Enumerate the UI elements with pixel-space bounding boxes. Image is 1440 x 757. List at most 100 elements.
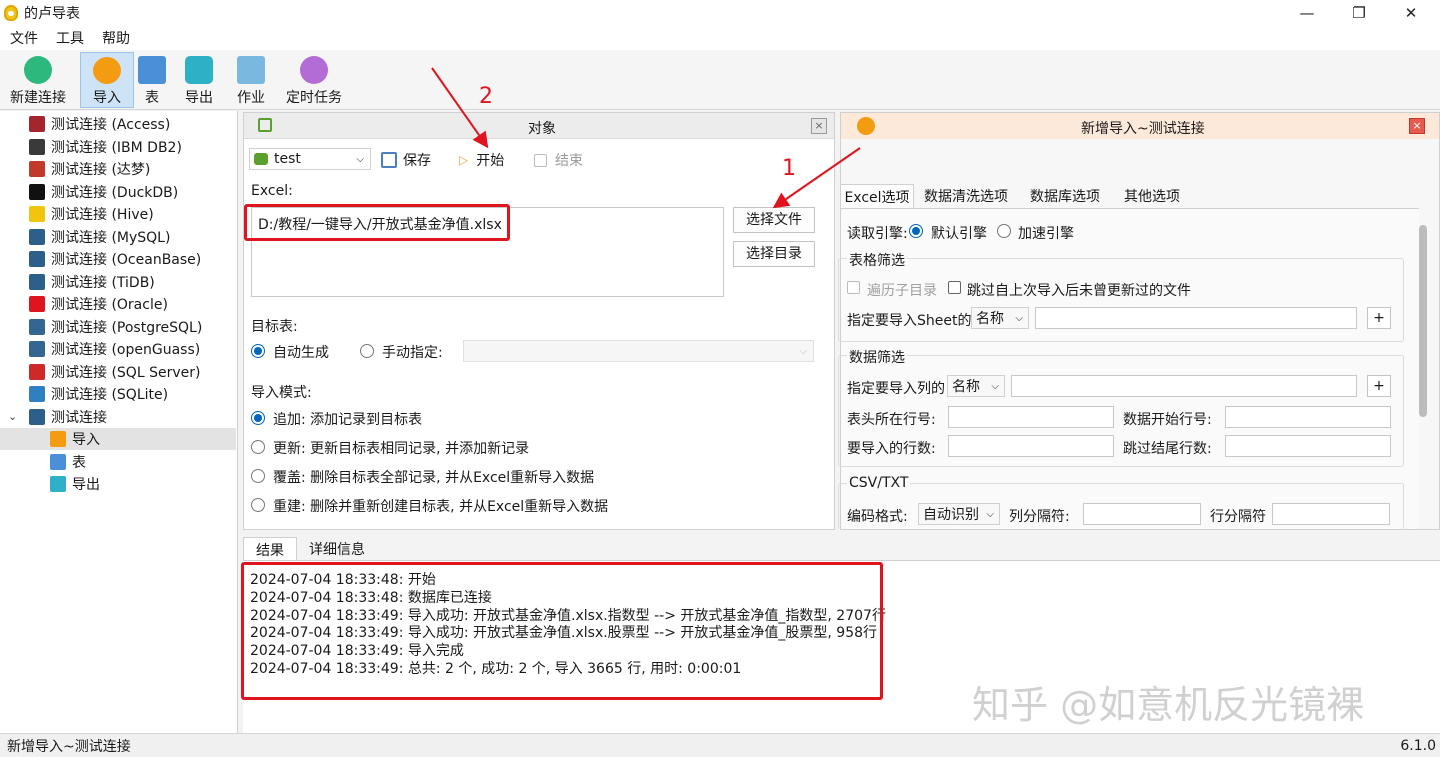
tree-child-label: 导出	[72, 477, 100, 493]
database-icon	[29, 341, 45, 357]
tree-connection-item[interactable]: 测试连接 (MySQL)	[0, 226, 236, 248]
add-sheet-button[interactable]: +	[1367, 307, 1391, 329]
import-options-panel: 新增导入~测试连接 × Excel选项 数据清洗选项 数据库选项 其他选项 读取…	[838, 112, 1440, 530]
object-panel-close-button[interactable]: ×	[811, 118, 827, 134]
start-button[interactable]: ▷ 开始	[459, 150, 504, 170]
tree-connection-item[interactable]: 测试连接 (Hive)	[0, 203, 236, 225]
data-filter-title: 数据筛选	[847, 347, 907, 367]
skip-tail-rows-label: 跳过结尾行数:	[1123, 441, 1212, 457]
job-button[interactable]: 作业	[232, 52, 270, 108]
tree-connection-item[interactable]: 测试连接 (IBM DB2)	[0, 136, 236, 158]
database-icon	[29, 206, 45, 222]
table-button[interactable]: 表	[136, 52, 168, 108]
tree-connection-item[interactable]: 测试连接 (TiDB)	[0, 271, 236, 293]
tree-connection-item[interactable]: 测试连接 (SQL Server)	[0, 361, 236, 383]
table-icon	[138, 56, 166, 84]
tree-connection-item[interactable]: 测试连接 (Access)	[0, 113, 236, 135]
close-window-button[interactable]: ✕	[1386, 0, 1436, 26]
rows-count-input[interactable]	[948, 435, 1114, 457]
default-engine-radio[interactable]	[909, 224, 923, 238]
column-separator-input[interactable]	[1083, 503, 1201, 525]
play-icon: ▷	[459, 153, 469, 167]
end-button[interactable]: 结束	[534, 150, 583, 170]
tree-child-item[interactable]: 表	[0, 451, 236, 473]
tab-excel-options[interactable]: Excel选项	[840, 184, 914, 208]
column-mode-select[interactable]: 名称 ⌵	[947, 375, 1005, 397]
tree-connection-label: 测试连接 (MySQL)	[51, 229, 171, 246]
tree-child-item[interactable]: 导出	[0, 473, 236, 495]
database-icon	[29, 161, 45, 177]
column-mode-value: 名称	[952, 379, 980, 395]
sheet-mode-select[interactable]: 名称 ⌵	[971, 307, 1029, 329]
link-icon	[24, 56, 52, 84]
new-connection-button[interactable]: 新建连接	[6, 52, 70, 108]
tab-other-options[interactable]: 其他选项	[1117, 184, 1187, 208]
save-icon	[381, 152, 397, 168]
menu-file[interactable]: 文件	[10, 28, 38, 48]
menu-help[interactable]: 帮助	[102, 28, 130, 48]
title-bar: 的卢导表 — ❐ ✕	[0, 0, 1440, 26]
app-logo-icon	[4, 5, 18, 21]
tree-connection-label: 测试连接 (SQL Server)	[51, 364, 201, 381]
target-table-label: 目标表:	[251, 319, 298, 335]
skip-unchanged-checkbox[interactable]	[948, 281, 961, 294]
default-engine-label: 默认引擎	[931, 226, 987, 242]
traverse-subdir-checkbox[interactable]	[847, 281, 860, 294]
database-icon	[29, 408, 45, 425]
choose-directory-button[interactable]: 选择目录	[733, 241, 815, 267]
choose-file-button[interactable]: 选择文件	[733, 207, 815, 233]
minimize-button[interactable]: —	[1282, 0, 1332, 26]
tree-connection-label: 测试连接 (SQLite)	[51, 387, 169, 403]
mode-rebuild-radio[interactable]	[251, 498, 265, 512]
tree-connection-item[interactable]: 测试连接 (SQLite)	[0, 383, 236, 405]
import-button[interactable]: 导入	[80, 52, 134, 108]
fast-engine-label: 加速引擎	[1018, 226, 1074, 242]
skip-tail-rows-input[interactable]	[1225, 435, 1391, 457]
sheet-name-input[interactable]	[1035, 307, 1357, 329]
mode-append-radio[interactable]	[251, 411, 265, 425]
tree-connection-item[interactable]: 测试连接 (达梦)	[0, 158, 236, 180]
tree-connection-item[interactable]: 测试连接 (DuckDB)	[0, 181, 236, 203]
fast-engine-radio[interactable]	[997, 224, 1011, 238]
import-dialog-title: 新增导入~测试连接	[1081, 121, 1205, 137]
data-start-row-input[interactable]	[1225, 406, 1391, 428]
header-row-input[interactable]	[948, 406, 1114, 428]
tab-result[interactable]: 结果	[243, 537, 297, 561]
encoding-select[interactable]: 自动识别 ⌵	[918, 503, 1000, 525]
manual-specify-radio[interactable]	[360, 344, 374, 358]
tree-connection-item[interactable]: 测试连接 (PostgreSQL)	[0, 316, 236, 338]
tab-database-options[interactable]: 数据库选项	[1025, 184, 1105, 208]
mode-update-radio[interactable]	[251, 440, 265, 454]
tree-connection-item[interactable]: 测试连接 (openGuass)	[0, 338, 236, 360]
expand-arrow-icon[interactable]: ⌄	[8, 410, 17, 423]
column-selector-label: 指定要导入列的	[847, 381, 945, 397]
tab-data-cleaning[interactable]: 数据清洗选项	[919, 184, 1013, 208]
auto-generate-label: 自动生成	[273, 345, 329, 361]
scheduled-task-button[interactable]: 定时任务	[284, 52, 344, 108]
save-button[interactable]: 保存	[381, 150, 431, 170]
row-separator-input[interactable]	[1272, 503, 1390, 525]
export-button[interactable]: 导出	[180, 52, 218, 108]
maximize-button[interactable]: ❐	[1334, 0, 1384, 26]
end-label: 结束	[555, 153, 583, 169]
grid-icon	[258, 118, 272, 132]
add-column-button[interactable]: +	[1367, 375, 1391, 397]
auto-generate-radio[interactable]	[251, 344, 265, 358]
toolbar: 新建连接 导入 表 导出 作业 定时任务	[0, 50, 1440, 110]
options-scrollbar[interactable]	[1419, 225, 1427, 417]
connection-select[interactable]: test ⌵	[249, 148, 371, 170]
column-name-input[interactable]	[1011, 375, 1357, 397]
tree-connection-item[interactable]: 测试连接 (Oracle)	[0, 293, 236, 315]
mode-overwrite-radio[interactable]	[251, 469, 265, 483]
target-table-select[interactable]: ⌵	[463, 340, 814, 362]
export-label: 导出	[185, 90, 213, 106]
database-icon	[29, 251, 45, 267]
tree-child-item[interactable]: 导入	[0, 428, 236, 450]
header-row-label: 表头所在行号:	[847, 412, 936, 428]
menu-tools[interactable]: 工具	[56, 28, 84, 48]
tree-connection-item[interactable]: ⌄ 测试连接	[0, 406, 236, 428]
import-dialog-close-button[interactable]: ×	[1409, 118, 1425, 134]
tree-connection-item[interactable]: 测试连接 (OceanBase)	[0, 248, 236, 270]
chevron-down-icon: ⌵	[991, 380, 999, 392]
tab-details[interactable]: 详细信息	[299, 537, 375, 561]
